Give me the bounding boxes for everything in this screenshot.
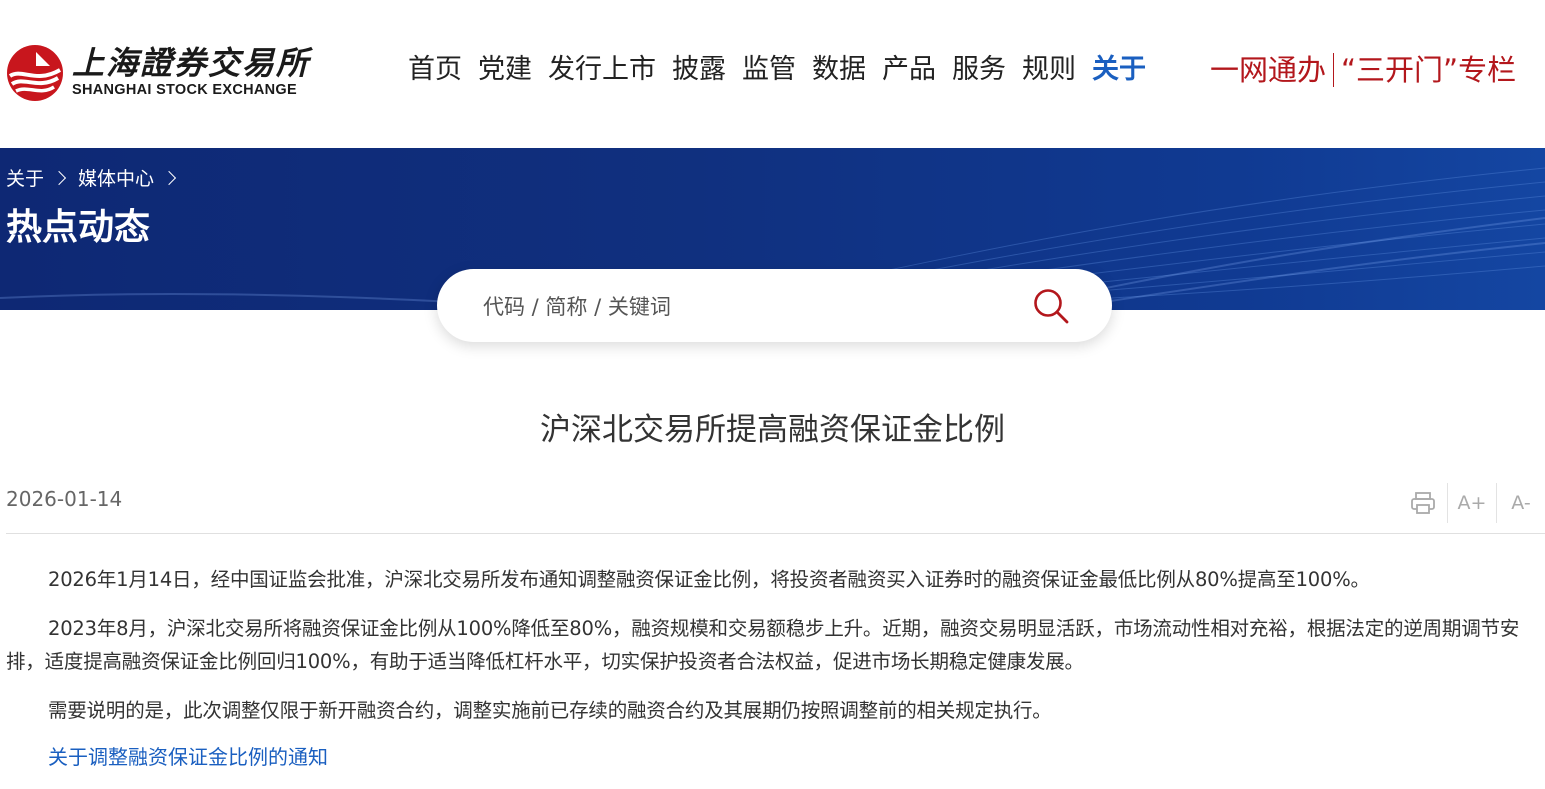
article-meta-bar: 2026-01-14 A+ A- xyxy=(6,483,1545,534)
breadcrumb: 关于 媒体中心 xyxy=(6,164,188,191)
one-stop-service-link[interactable]: 一网通办 xyxy=(1210,50,1326,90)
search-input[interactable] xyxy=(481,287,1005,327)
nav-item-disclosure[interactable]: 披露 xyxy=(672,50,726,90)
nav-item-services[interactable]: 服务 xyxy=(952,50,1006,90)
printer-icon xyxy=(1411,492,1435,514)
special-links-divider xyxy=(1333,53,1335,87)
nav-item-party[interactable]: 党建 xyxy=(478,50,532,90)
breadcrumb-media-center[interactable]: 媒体中心 xyxy=(78,164,154,191)
search-icon[interactable] xyxy=(1032,287,1070,325)
logo-english-name: SHANGHAI STOCK EXCHANGE xyxy=(72,82,297,98)
special-links: 一网通办 “三开门”专栏 xyxy=(1210,50,1516,90)
nav-item-products[interactable]: 产品 xyxy=(882,50,936,90)
search-box xyxy=(437,269,1112,342)
nav-item-listing[interactable]: 发行上市 xyxy=(548,50,656,90)
nav-item-regulation[interactable]: 监管 xyxy=(742,50,796,90)
chevron-right-icon xyxy=(51,170,67,185)
sse-logo[interactable]: 上海證券交易所 SHANGHAI STOCK EXCHANGE xyxy=(6,42,308,104)
article-tools: A+ A- xyxy=(1399,483,1545,523)
article-paragraph: 2023年8月，沪深北交易所将融资保证金比例从100%降低至80%，融资规模和交… xyxy=(6,617,1520,673)
article-paragraph: 需要说明的是，此次调整仅限于新开融资合约，调整实施前已存续的融资合约及其展期仍按… xyxy=(48,699,1052,722)
three-open-doors-link[interactable]: “三开门”专栏 xyxy=(1341,50,1516,90)
article-paragraph: 2026年1月14日，经中国证监会批准，沪深北交易所发布通知调整融资保证金比例，… xyxy=(48,568,1370,591)
breadcrumb-about[interactable]: 关于 xyxy=(6,164,44,191)
page-title: 热点动态 xyxy=(6,207,151,248)
chevron-right-icon xyxy=(161,170,177,185)
nav-item-home[interactable]: 首页 xyxy=(408,50,462,90)
site-header: 上海證券交易所 SHANGHAI STOCK EXCHANGE 首页 党建 发行… xyxy=(0,0,1545,148)
nav-item-rules[interactable]: 规则 xyxy=(1022,50,1076,90)
nav-item-about[interactable]: 关于 xyxy=(1092,50,1146,90)
nav-item-data[interactable]: 数据 xyxy=(812,50,866,90)
sse-logo-icon xyxy=(7,45,63,101)
main-nav: 首页 党建 发行上市 披露 监管 数据 产品 服务 规则 关于 xyxy=(408,50,1146,90)
font-increase-button[interactable]: A+ xyxy=(1448,483,1496,523)
notice-attachment-link[interactable]: 关于调整融资保证金比例的通知 xyxy=(48,741,328,770)
article-title: 沪深北交易所提高融资保证金比例 xyxy=(540,412,1005,448)
font-decrease-button[interactable]: A- xyxy=(1497,483,1545,523)
logo-chinese-name: 上海證券交易所 xyxy=(72,44,311,82)
article-date: 2026-01-14 xyxy=(6,487,123,511)
print-button[interactable] xyxy=(1399,483,1447,523)
